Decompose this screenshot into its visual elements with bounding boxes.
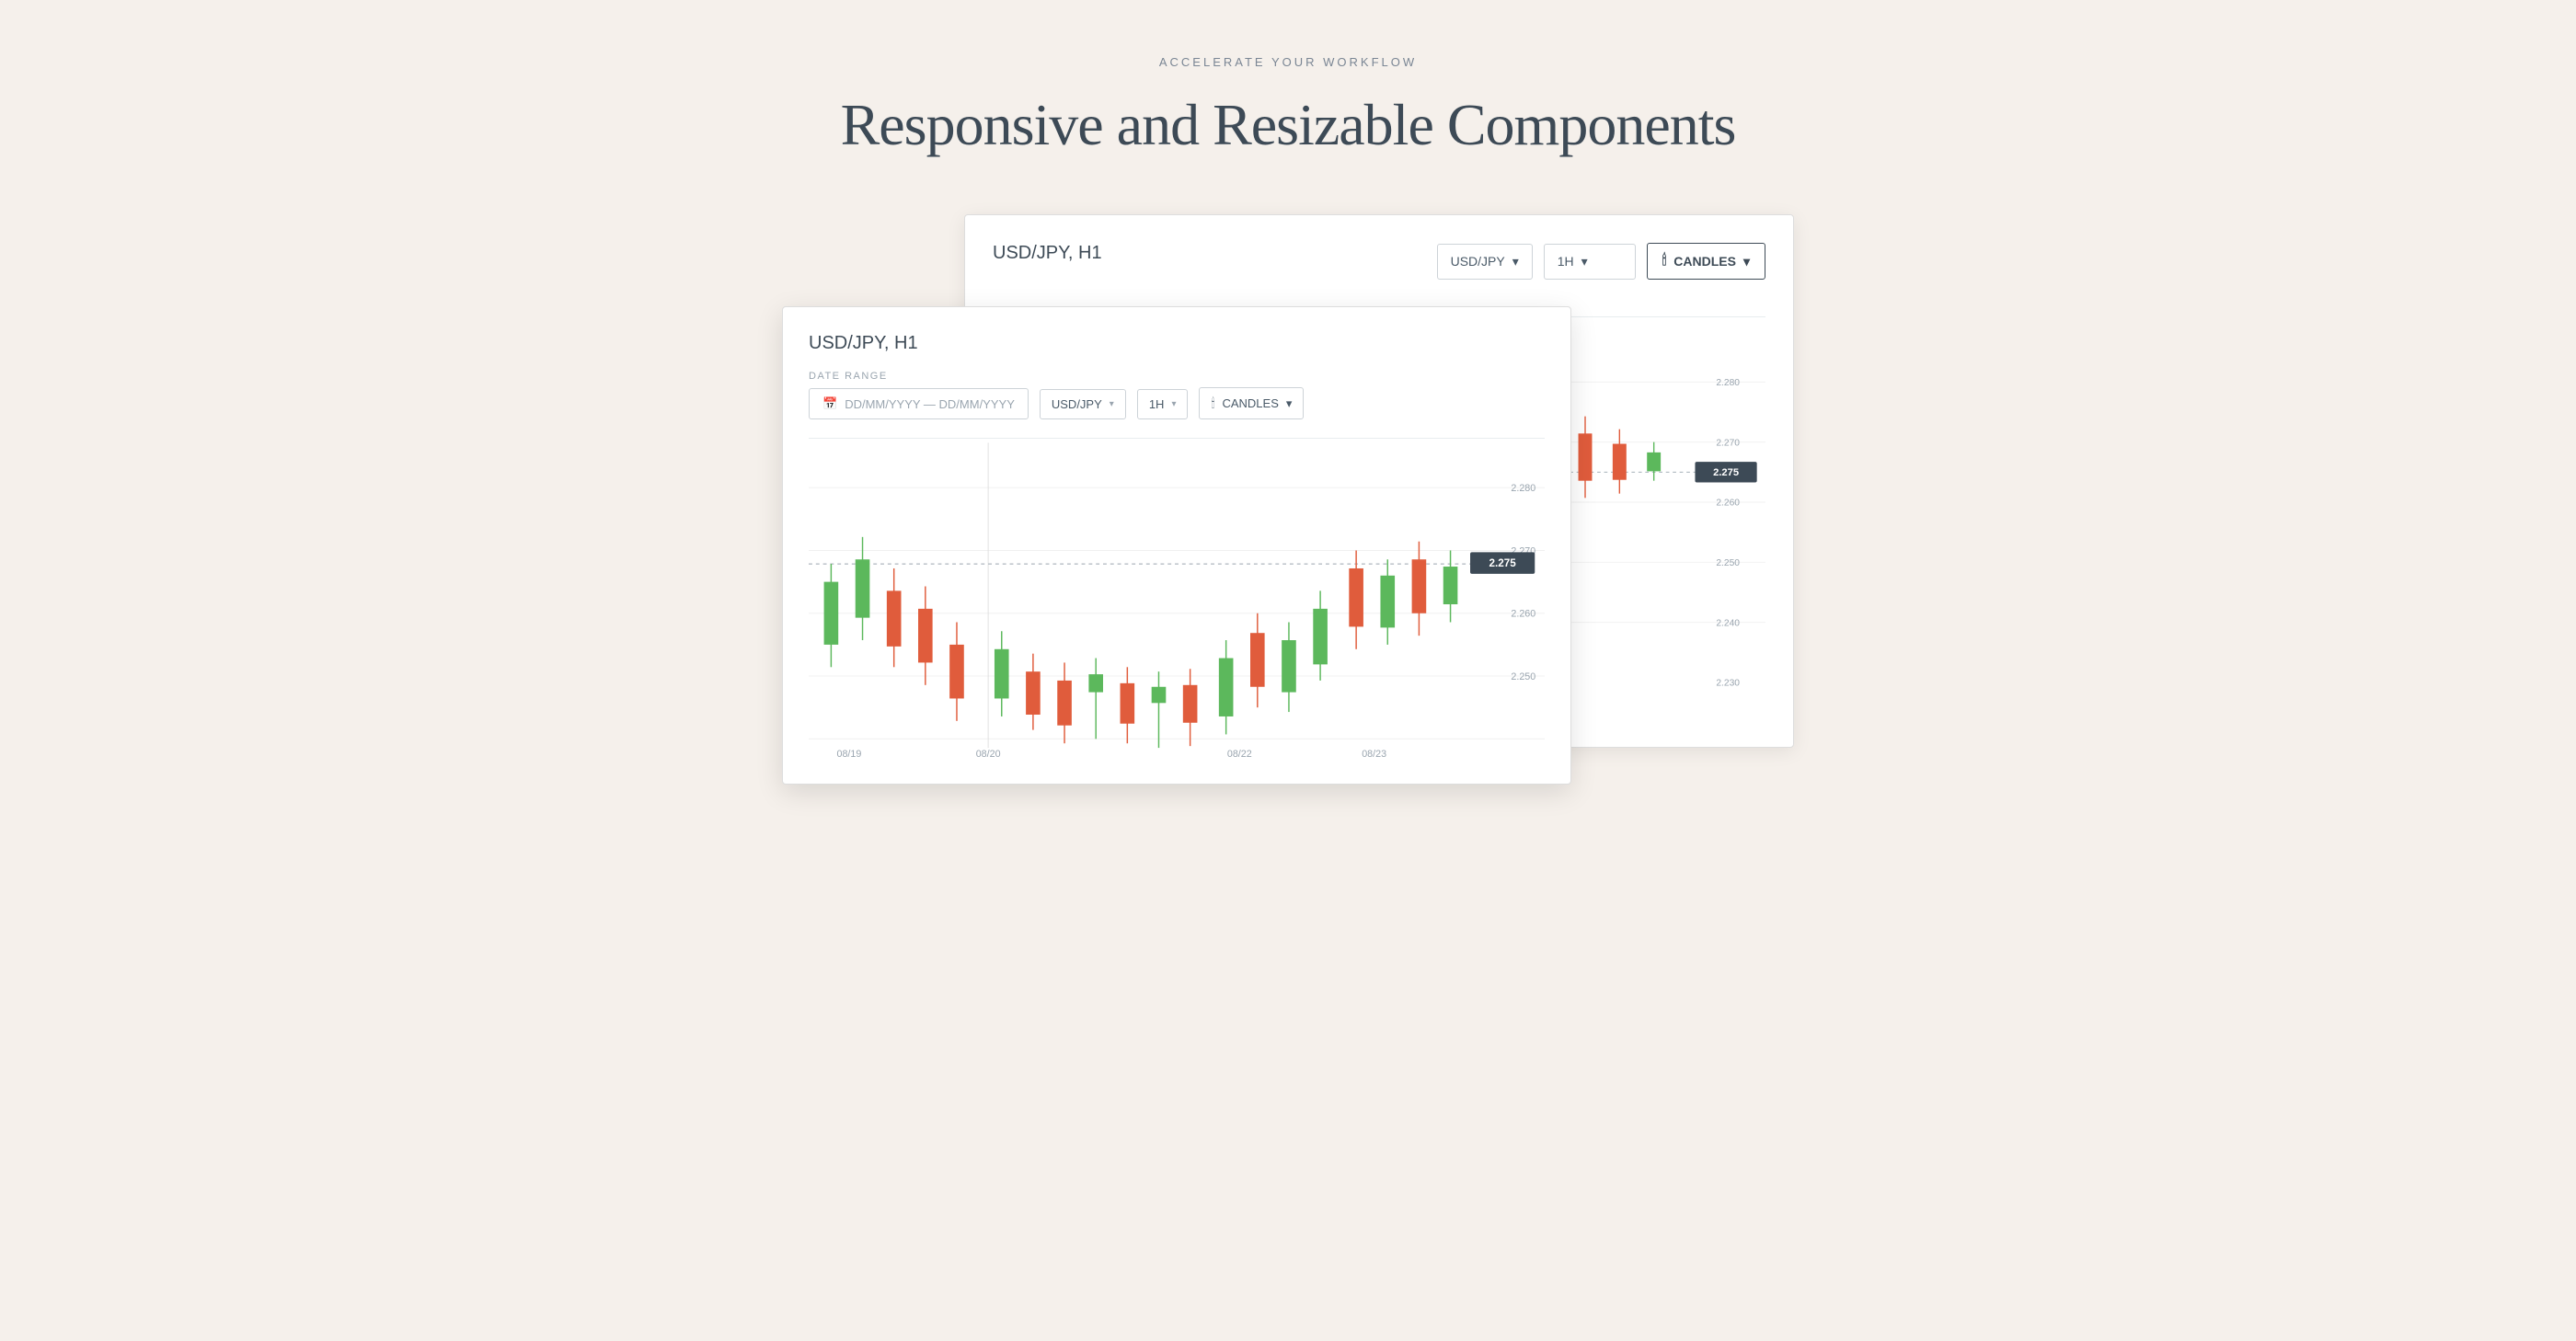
svg-text:2.250: 2.250 xyxy=(1716,558,1740,568)
back-candles-chevron: ▾ xyxy=(1743,254,1750,269)
front-chart-title: USD/JPY, H1 xyxy=(809,333,1545,354)
back-pair-chevron: ▾ xyxy=(1512,254,1519,269)
front-date-range-value: DD/MM/YYYY — DD/MM/YYYY xyxy=(845,397,1015,411)
front-pair-dropdown[interactable]: USD/JPY ▾ xyxy=(1040,389,1126,419)
back-pair-dropdown[interactable]: USD/JPY ▾ xyxy=(1437,244,1533,280)
svg-text:2.280: 2.280 xyxy=(1511,483,1535,494)
svg-text:2.240: 2.240 xyxy=(1716,618,1740,628)
svg-text:2.280: 2.280 xyxy=(1716,378,1740,388)
page-subtitle: ACCELERATE YOUR WORKFLOW xyxy=(1159,55,1417,69)
back-timeframe-label: 1H xyxy=(1558,254,1574,269)
svg-text:2.270: 2.270 xyxy=(1716,438,1740,448)
svg-text:2.260: 2.260 xyxy=(1511,609,1535,620)
front-candles-icon: 🕯 xyxy=(1211,395,1214,411)
chart-front: USD/JPY, H1 DATE RANGE 📅 DD/MM/YYYY — DD… xyxy=(782,306,1571,785)
svg-text:08/22: 08/22 xyxy=(1227,749,1252,760)
charts-container: USD/JPY, H1 USD/JPY ▾ 1H ▾ 🕯 CANDLES ▾ xyxy=(782,214,1794,785)
svg-text:2.230: 2.230 xyxy=(1716,679,1740,689)
front-chart-area: 08/19 08/20 08/22 08/23 2.280 2.270 2.26… xyxy=(809,438,1545,769)
back-candles-dropdown[interactable]: 🕯 CANDLES ▾ xyxy=(1647,243,1765,280)
page-title: Responsive and Resizable Components xyxy=(841,91,1736,159)
svg-text:2.275: 2.275 xyxy=(1489,557,1517,569)
back-chart-title: USD/JPY, H1 xyxy=(993,243,1102,264)
front-timeframe-dropdown[interactable]: 1H ▾ xyxy=(1137,389,1189,419)
front-chart-controls: 📅 DD/MM/YYYY — DD/MM/YYYY USD/JPY ▾ 1H ▾… xyxy=(809,387,1545,419)
front-timeframe-chevron: ▾ xyxy=(1171,399,1176,409)
front-candles-chevron: ▾ xyxy=(1286,396,1293,411)
back-pair-label: USD/JPY xyxy=(1451,254,1505,269)
front-date-range-label: DATE RANGE xyxy=(809,371,1545,382)
svg-text:08/19: 08/19 xyxy=(836,749,861,760)
front-timeframe-label: 1H xyxy=(1149,397,1165,411)
front-pair-chevron: ▾ xyxy=(1110,399,1114,409)
front-date-range-input[interactable]: 📅 DD/MM/YYYY — DD/MM/YYYY xyxy=(809,388,1029,419)
svg-text:2.260: 2.260 xyxy=(1716,499,1740,509)
svg-text:2.250: 2.250 xyxy=(1511,671,1535,682)
back-timeframe-dropdown[interactable]: 1H ▾ xyxy=(1544,244,1636,280)
back-candles-icon: 🕯 xyxy=(1662,253,1667,269)
svg-text:08/23: 08/23 xyxy=(1362,749,1386,760)
svg-text:08/20: 08/20 xyxy=(976,749,1001,760)
front-pair-label: USD/JPY xyxy=(1052,397,1102,411)
front-calendar-icon: 📅 xyxy=(822,396,837,411)
front-chart-svg: 08/19 08/20 08/22 08/23 2.280 2.270 2.26… xyxy=(809,439,1545,769)
svg-text:2.275: 2.275 xyxy=(1713,467,1739,478)
front-candles-label: CANDLES xyxy=(1222,396,1278,410)
front-candles-dropdown[interactable]: 🕯 CANDLES ▾ xyxy=(1199,387,1304,419)
back-timeframe-chevron: ▾ xyxy=(1581,254,1588,269)
back-candles-label: CANDLES xyxy=(1673,254,1736,269)
